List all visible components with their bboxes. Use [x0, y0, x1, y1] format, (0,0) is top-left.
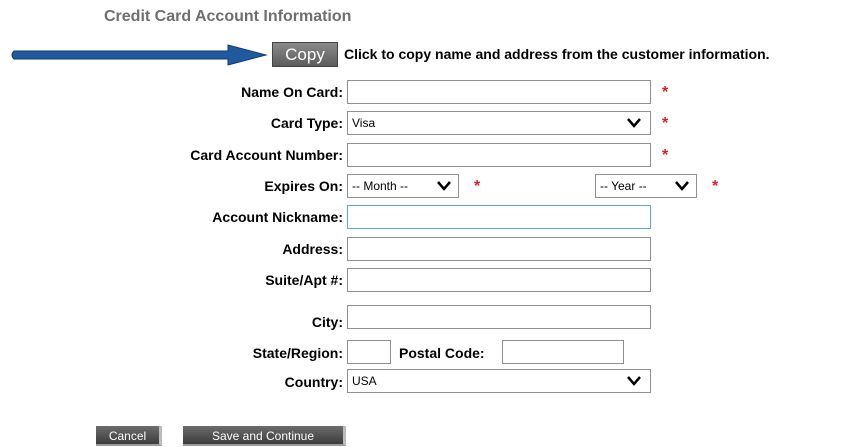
copy-button[interactable]: Copy: [272, 42, 338, 67]
nickname-label: Account Nickname:: [212, 209, 343, 225]
expires-label: Expires On:: [264, 178, 343, 194]
card-number-label: Card Account Number:: [190, 147, 343, 163]
save-and-continue-button[interactable]: Save and Continue: [183, 426, 346, 446]
cancel-button[interactable]: Cancel: [96, 426, 162, 446]
expires-month-selected: -- Month --: [352, 179, 409, 193]
chevron-down-icon: [627, 376, 641, 386]
name-on-card-label: Name On Card:: [241, 84, 343, 100]
nickname-field[interactable]: [347, 205, 651, 229]
arrow-right-icon: [11, 44, 268, 66]
postal-field[interactable]: [502, 340, 624, 364]
city-field[interactable]: [347, 305, 651, 329]
required-marker: *: [662, 147, 669, 164]
card-number-field[interactable]: [347, 143, 651, 167]
card-type-label: Card Type:: [270, 115, 343, 131]
expires-year-select[interactable]: -- Year --: [595, 174, 697, 198]
expires-year-selected: -- Year --: [600, 179, 647, 193]
address-field[interactable]: [347, 237, 651, 261]
state-label: State/Region:: [252, 345, 343, 361]
suite-field[interactable]: [347, 268, 651, 292]
country-label: Country:: [284, 374, 343, 390]
suite-label: Suite/Apt #:: [265, 272, 343, 288]
required-marker: *: [712, 178, 719, 195]
card-type-select[interactable]: Visa: [347, 111, 651, 135]
country-selected: USA: [352, 374, 377, 388]
country-select[interactable]: USA: [347, 369, 651, 393]
required-marker: *: [474, 178, 481, 195]
address-label: Address:: [282, 241, 343, 257]
postal-label: Postal Code:: [399, 345, 485, 361]
required-marker: *: [662, 115, 669, 132]
expires-month-select[interactable]: -- Month --: [347, 174, 459, 198]
city-label: City:: [311, 314, 343, 330]
copy-note: Click to copy name and address from the …: [344, 46, 770, 62]
state-field[interactable]: [347, 340, 391, 364]
card-type-selected: Visa: [352, 116, 376, 130]
chevron-down-icon: [437, 181, 451, 191]
required-marker: *: [662, 84, 669, 101]
chevron-down-icon: [675, 181, 689, 191]
chevron-down-icon: [627, 118, 641, 128]
name-on-card-field[interactable]: [347, 80, 651, 104]
section-title: Credit Card Account Information: [104, 8, 352, 25]
